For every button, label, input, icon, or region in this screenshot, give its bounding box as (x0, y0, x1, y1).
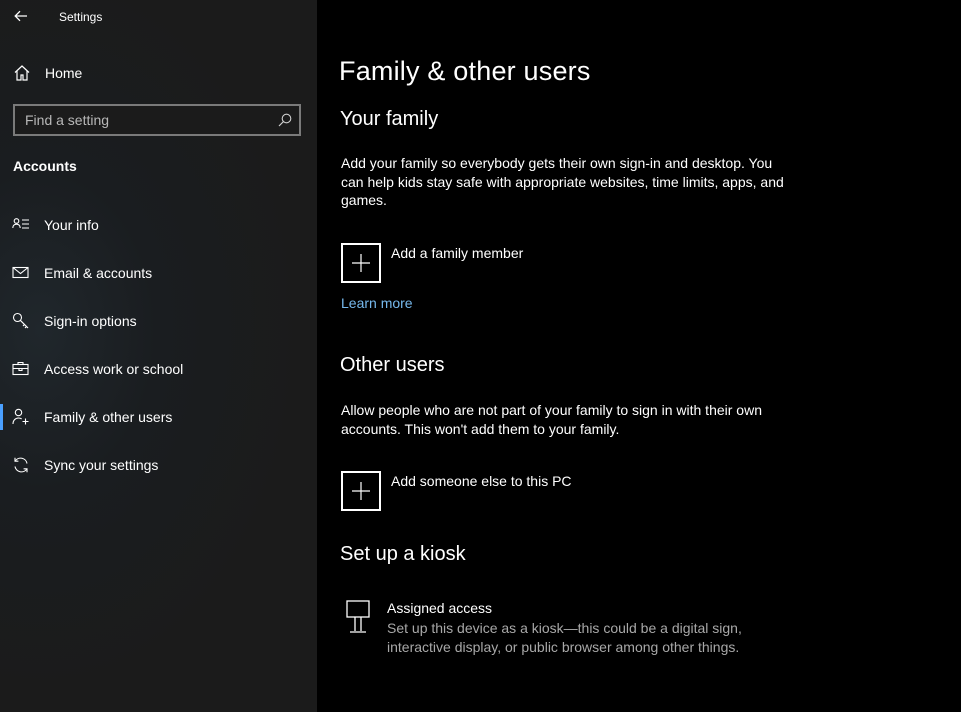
back-button[interactable] (8, 4, 34, 28)
sidebar-item-family-other-users[interactable]: Family & other users (0, 397, 317, 437)
settings-window: Settings Home Accounts Your info (0, 0, 961, 712)
assigned-access-subtitle: Set up this device as a kiosk—this could… (387, 620, 742, 655)
search-icon[interactable] (277, 112, 293, 128)
main-content: Family & other users Your family Add you… (317, 0, 961, 712)
sidebar-item-label: Sync your settings (44, 457, 159, 473)
add-tile (341, 471, 381, 511)
title-bar: Settings (0, 0, 317, 34)
sidebar-item-email-accounts[interactable]: Email & accounts (0, 253, 317, 293)
add-person-icon (12, 408, 29, 425)
sidebar-item-label: Access work or school (44, 361, 184, 377)
home-icon (14, 65, 30, 81)
learn-more-link[interactable]: Learn more (341, 295, 413, 311)
kiosk-icon (346, 600, 370, 633)
window-title: Settings (59, 10, 103, 24)
search-input[interactable] (15, 106, 275, 134)
sidebar-item-access-work-school[interactable]: Access work or school (0, 349, 317, 389)
plus-icon (352, 482, 370, 500)
sidebar-item-home[interactable]: Home (0, 56, 317, 90)
sidebar: Settings Home Accounts Your info (0, 0, 317, 712)
family-description: Add your family so everybody gets their … (341, 155, 784, 209)
plus-icon (352, 254, 370, 272)
contact-card-icon (12, 218, 29, 229)
briefcase-icon (12, 361, 29, 376)
section-label-accounts: Accounts (13, 158, 77, 174)
sidebar-item-label: Family & other users (44, 409, 173, 425)
section-heading-kiosk: Set up a kiosk (340, 543, 466, 565)
sidebar-item-label: Home (45, 65, 83, 81)
key-icon (12, 312, 29, 329)
sidebar-item-your-info[interactable]: Your info (0, 205, 317, 245)
add-family-member-label: Add a family member (391, 245, 524, 261)
mail-icon (12, 266, 29, 279)
add-tile (341, 243, 381, 283)
sidebar-item-label: Email & accounts (44, 265, 153, 281)
add-family-member-button[interactable]: Add a family member (341, 243, 561, 283)
other-users-description: Allow people who are not part of your fa… (341, 402, 762, 437)
sidebar-item-label: Sign-in options (44, 313, 137, 329)
selection-indicator (0, 404, 3, 430)
sidebar-item-label: Your info (44, 217, 99, 233)
sidebar-item-sign-in-options[interactable]: Sign-in options (0, 301, 317, 341)
assigned-access-item[interactable]: Assigned access Set up this device as a … (341, 598, 861, 658)
back-arrow-icon (14, 10, 27, 22)
add-someone-else-label: Add someone else to this PC (391, 473, 572, 489)
search-box (13, 104, 301, 136)
sidebar-item-sync-settings[interactable]: Sync your settings (0, 445, 317, 485)
section-heading-your-family: Your family (340, 108, 439, 130)
add-someone-else-button[interactable]: Add someone else to this PC (341, 471, 601, 511)
section-heading-other-users: Other users (340, 354, 445, 376)
page-title: Family & other users (339, 56, 591, 86)
sync-icon (14, 457, 28, 473)
assigned-access-title: Assigned access (387, 600, 493, 616)
